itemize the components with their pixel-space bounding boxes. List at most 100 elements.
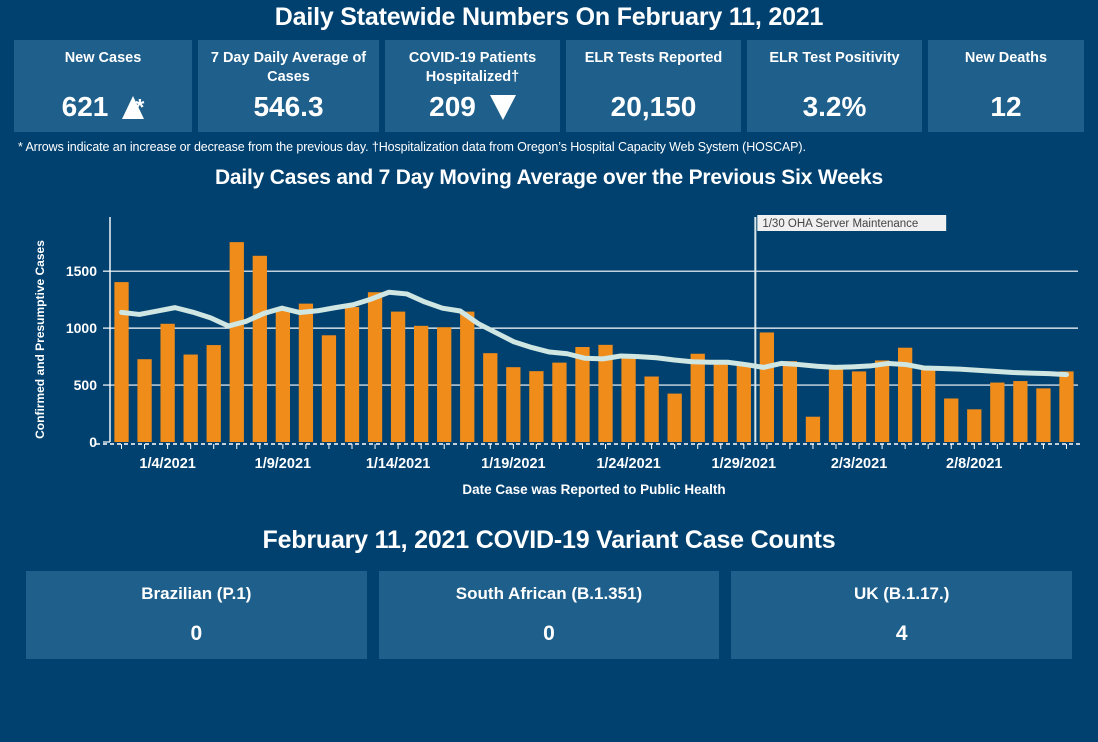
- bar[interactable]: [229, 242, 244, 442]
- kpi-value-test-positivity: 3.2%: [802, 91, 867, 122]
- y-axis-tick-label: 500: [74, 377, 98, 393]
- bar[interactable]: [944, 398, 959, 442]
- bar[interactable]: [321, 335, 337, 442]
- variant-value-uk: 4: [895, 622, 908, 645]
- bar[interactable]: [782, 361, 798, 442]
- kpi-label-7day-average: 7 Day Daily Average of Cases: [210, 50, 367, 85]
- kpi-card-elr-tests[interactable]: ELR Tests Reported 20,150: [566, 40, 741, 132]
- x-axis-tick-label: 1/9/2021: [255, 456, 311, 472]
- annotation-label-text: 1/30 OHA Server Maintenance: [762, 218, 918, 230]
- kpi-label-test-positivity: ELR Test Positivity: [769, 50, 900, 66]
- bar[interactable]: [713, 363, 728, 442]
- bar[interactable]: [621, 355, 636, 442]
- bar[interactable]: [990, 382, 1005, 442]
- x-axis-tick-label: 1/4/2021: [139, 456, 195, 472]
- bar[interactable]: [529, 371, 544, 442]
- kpi-card-new-cases[interactable]: New Cases 621 *: [14, 40, 192, 132]
- x-axis-tick-label: 2/3/2021: [831, 456, 887, 472]
- bar[interactable]: [114, 282, 129, 442]
- x-axis-title: Date Case was Reported to Public Health: [462, 482, 725, 497]
- kpi-footnote: * Arrows indicate an increase or decreas…: [18, 140, 806, 154]
- x-axis-tick-label: 1/29/2021: [712, 456, 777, 472]
- kpi-label-hospitalized: COVID-19 Patients Hospitalized†: [408, 50, 537, 85]
- bar[interactable]: [344, 307, 360, 442]
- variant-card-south-african[interactable]: South African (B.1.351) 0: [378, 571, 720, 659]
- bar[interactable]: [367, 292, 383, 442]
- bar[interactable]: [275, 309, 291, 442]
- variant-card-brazilian[interactable]: Brazilian (P.1) 0: [26, 571, 367, 659]
- bar[interactable]: [874, 360, 890, 442]
- bar[interactable]: [483, 353, 498, 442]
- bar[interactable]: [160, 323, 175, 442]
- bar[interactable]: [413, 325, 429, 442]
- bar[interactable]: [1013, 381, 1028, 442]
- kpi-value-new-cases: 621: [61, 91, 109, 122]
- kpi-card-test-positivity[interactable]: ELR Test Positivity 3.2%: [747, 40, 922, 132]
- bar[interactable]: [921, 366, 936, 442]
- variant-value-brazilian: 0: [190, 622, 203, 645]
- x-axis-tick-label: 1/19/2021: [481, 456, 546, 472]
- kpi-value-row-hospitalized: 209: [385, 90, 560, 124]
- kpi-card-hospitalized[interactable]: COVID-19 Patients Hospitalized† 209: [385, 40, 560, 132]
- bar[interactable]: [252, 255, 267, 442]
- kpi-value-new-deaths: 12: [990, 91, 1022, 122]
- kpi-card-7day-average[interactable]: 7 Day Daily Average of Cases 546.3: [198, 40, 379, 132]
- x-axis-tick-label: 1/24/2021: [596, 456, 661, 472]
- variant-label-brazilian: Brazilian (P.1): [141, 584, 252, 603]
- y-axis-tick-label: 0: [89, 434, 97, 450]
- x-axis-tick-label: 2/8/2021: [946, 456, 1002, 472]
- variant-label-uk: UK (B.1.17.): [853, 584, 950, 603]
- bar[interactable]: [460, 311, 475, 442]
- variant-card-uk[interactable]: UK (B.1.17.) 4: [731, 571, 1073, 659]
- kpi-value-row-7day-average: 546.3: [198, 90, 379, 124]
- chart-title: Daily Cases and 7 Day Moving Average ove…: [214, 166, 884, 189]
- kpi-value-row-new-deaths: 12: [928, 90, 1084, 124]
- bar[interactable]: [183, 354, 198, 442]
- chart-canvas: 0 500 1000 1500 1/30 OHA Server Maintenance 1…: [33, 215, 1082, 497]
- kpi-card-new-deaths[interactable]: New Deaths 12: [928, 40, 1084, 132]
- bar[interactable]: [828, 365, 844, 442]
- bar[interactable]: [851, 371, 867, 442]
- trend-up-group-new-cases: *: [122, 93, 145, 120]
- kpi-value-elr-tests: 20,150: [610, 91, 697, 122]
- bar[interactable]: [690, 353, 705, 442]
- bar[interactable]: [805, 416, 821, 442]
- kpi-value-row-elr-tests: 20,150: [566, 90, 741, 124]
- variant-card-row: Brazilian (P.1) 0 South African (B.1.351…: [0, 555, 1098, 659]
- bar[interactable]: [206, 345, 221, 442]
- bar[interactable]: [736, 362, 751, 442]
- page-title: Daily Statewide Numbers On February 11, …: [274, 3, 824, 31]
- daily-cases-chart[interactable]: 0 500 1000 1500 1/30 OHA Server Maintenance 1…: [0, 190, 1098, 520]
- kpi-label-new-cases: New Cases: [64, 50, 142, 66]
- kpi-label-elr-tests: ELR Tests Reported: [584, 50, 723, 66]
- bar[interactable]: [1059, 371, 1074, 442]
- footnote-asterisk: *: [135, 93, 145, 120]
- variant-value-south-african: 0: [543, 622, 555, 645]
- bar[interactable]: [759, 332, 775, 442]
- y-axis-tick-label: 1000: [66, 320, 97, 336]
- variant-label-south-african: South African (B.1.351): [455, 584, 643, 603]
- kpi-card-row: New Cases 621 * 7 Day Daily Average of C…: [0, 32, 1098, 132]
- bar-series: [114, 242, 1074, 442]
- bar[interactable]: [506, 367, 521, 442]
- bar[interactable]: [298, 303, 314, 442]
- bar[interactable]: [967, 409, 982, 442]
- variant-section-title: February 11, 2021 COVID-19 Variant Case …: [262, 526, 836, 554]
- bar[interactable]: [1036, 388, 1051, 442]
- y-axis-tick-label: 1500: [66, 263, 97, 279]
- kpi-value-hospitalized: 209: [429, 91, 476, 122]
- bar[interactable]: [137, 359, 152, 442]
- bar[interactable]: [667, 393, 682, 442]
- x-axis-tick-label: 1/14/2021: [366, 456, 431, 472]
- arrow-down-icon: [489, 94, 516, 120]
- y-axis-title: Confirmed and Presumptive Cases: [33, 240, 47, 439]
- bar[interactable]: [437, 327, 452, 442]
- bar[interactable]: [390, 311, 406, 442]
- kpi-value-row-test-positivity: 3.2%: [747, 90, 922, 124]
- bar[interactable]: [552, 362, 567, 442]
- bar[interactable]: [644, 376, 659, 442]
- kpi-label-new-deaths: New Deaths: [964, 50, 1048, 66]
- kpi-value-7day-average: 546.3: [253, 91, 324, 122]
- kpi-value-row-new-cases: 621 *: [14, 90, 192, 124]
- bar[interactable]: [575, 347, 590, 442]
